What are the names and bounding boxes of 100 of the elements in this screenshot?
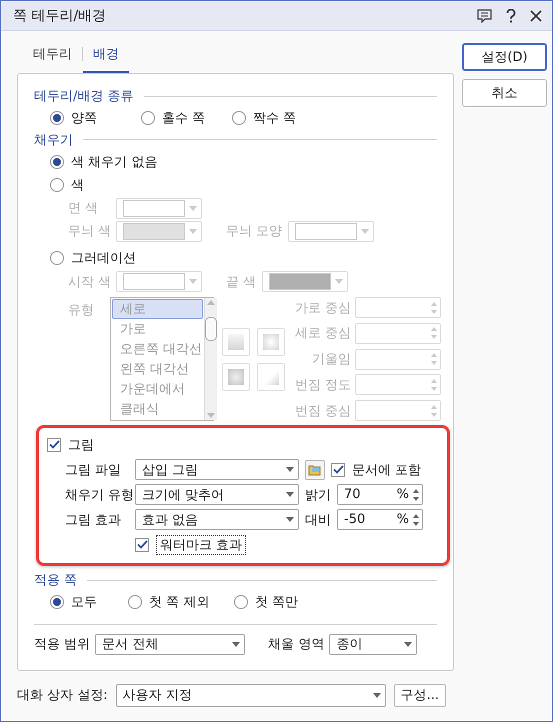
section-heading: 적용 쪽 [34, 572, 78, 590]
checkbox[interactable] [135, 538, 149, 552]
color-dropdown[interactable] [262, 271, 348, 292]
checkbox[interactable] [331, 462, 345, 477]
dropdown[interactable]: 효과 없음 [135, 509, 299, 530]
spin-arrows-icon[interactable] [412, 512, 420, 528]
caret-icon [286, 492, 294, 498]
field-label: 세로 중심 [295, 325, 351, 342]
checkbox-label: 문서에 포함 [352, 462, 422, 479]
field-label: 시작 색 [68, 274, 110, 291]
caret-icon [286, 517, 294, 522]
field-label: 끝 색 [226, 274, 256, 291]
spin-field[interactable]: -50 % [337, 509, 423, 530]
radio-button[interactable] [50, 251, 64, 266]
radio-button[interactable] [232, 111, 246, 125]
field-label: 유형 [67, 302, 95, 320]
field-label: 기울임 [311, 351, 351, 368]
spin-field[interactable] [355, 322, 441, 344]
radio-button[interactable] [50, 111, 64, 125]
field-label: 밝기 [305, 486, 331, 504]
color-dropdown[interactable] [116, 271, 202, 292]
radio-label: 색 채우기 없음 [71, 154, 158, 171]
radio-label: 그러데이션 [71, 250, 136, 268]
radio-button[interactable] [128, 595, 142, 610]
color-swatch [123, 273, 185, 290]
checkbox[interactable] [47, 438, 61, 452]
caret-icon [189, 279, 197, 284]
radio-label: 첫 쪽 제외 [149, 594, 210, 612]
section-heading: 채우기 [34, 132, 73, 149]
radio-label: 양쪽 [71, 110, 97, 127]
radio-button[interactable] [234, 595, 248, 610]
caret-icon [189, 206, 197, 211]
dropdown[interactable]: 삽입 그림 [135, 459, 299, 480]
caret-icon [335, 279, 344, 284]
radio-button[interactable] [50, 154, 64, 169]
unit-label: % [396, 487, 409, 502]
radio-button[interactable] [50, 178, 64, 192]
radio-label: 첫 쪽만 [255, 594, 298, 612]
spin-field[interactable] [355, 297, 441, 318]
scrollbar[interactable] [204, 298, 218, 420]
unit-label: % [396, 512, 409, 528]
dropdown[interactable]: 사용자 지정 [116, 684, 386, 706]
radio-button[interactable] [50, 595, 64, 610]
field-label: 적용 범위 [34, 636, 90, 654]
field-label: 무늬 모양 [226, 223, 282, 240]
configure-button[interactable]: 구성... [394, 684, 446, 706]
field-label: 대화 상자 설정: [17, 687, 108, 704]
spin-field[interactable] [355, 348, 441, 370]
radio-label: 색 [71, 176, 84, 194]
dropdown[interactable]: 크기에 맞추어 [135, 484, 299, 506]
caret-icon [404, 642, 412, 647]
field-label: 무늬 색 [68, 223, 110, 240]
field-label: 번짐 중심 [295, 402, 351, 420]
caret-icon [232, 642, 240, 647]
caret-icon [372, 692, 381, 698]
gradient-swatch-icon[interactable] [257, 328, 285, 356]
radio-label: 홀수 쪽 [162, 110, 206, 127]
comment-icon[interactable] [477, 8, 492, 22]
color-swatch [123, 200, 185, 217]
spin-field[interactable] [355, 400, 441, 422]
field-label: 대비 [305, 512, 331, 529]
gradient-swatch-icon[interactable] [222, 328, 250, 356]
color-swatch [295, 222, 358, 240]
checkbox-label: 워터마크 효과 [156, 534, 246, 555]
radio-label: 모두 [71, 594, 97, 612]
field-label: 면 색 [68, 200, 100, 218]
color-swatch [269, 273, 332, 290]
folder-icon[interactable] [305, 460, 325, 480]
help-icon[interactable] [506, 8, 516, 22]
checkbox-label: 그림 [68, 436, 94, 454]
scroll-up-icon[interactable] [207, 300, 216, 306]
section-heading: 테두리/배경 종류 [34, 88, 134, 106]
scroll-down-icon[interactable] [207, 413, 216, 418]
confirm-button[interactable]: 설정(D) [462, 43, 547, 71]
field-label: 그림 효과 [65, 512, 122, 529]
field-label: 그림 파일 [65, 462, 122, 479]
dropdown[interactable]: 문서 전체 [95, 634, 246, 655]
spin-field[interactable] [355, 374, 441, 396]
color-dropdown[interactable] [116, 220, 202, 242]
color-dropdown[interactable] [116, 198, 202, 219]
spin-field[interactable]: 70 % [337, 484, 423, 506]
field-label: 가로 중심 [295, 300, 351, 317]
gradient-swatch-icon[interactable] [222, 362, 250, 391]
color-swatch [123, 222, 185, 240]
caret-icon [361, 228, 370, 234]
close-icon[interactable] [530, 10, 542, 22]
scroll-thumb[interactable] [205, 317, 218, 342]
caret-icon [286, 467, 294, 472]
radio-label: 짝수 쪽 [253, 110, 296, 127]
dropdown[interactable]: 종이 [329, 634, 418, 655]
gradient-swatch-icon[interactable] [257, 362, 285, 391]
field-label: 번짐 정도 [295, 376, 351, 394]
caret-icon [189, 228, 197, 234]
field-label: 채울 영역 [268, 636, 324, 654]
spin-arrows-icon[interactable] [412, 486, 420, 503]
cancel-button[interactable]: 취소 [462, 79, 547, 107]
color-dropdown[interactable] [288, 220, 374, 242]
tab[interactable]: 테두리 [23, 45, 82, 73]
window-title: 쪽 테두리/배경 [13, 6, 108, 24]
radio-button[interactable] [141, 111, 155, 125]
